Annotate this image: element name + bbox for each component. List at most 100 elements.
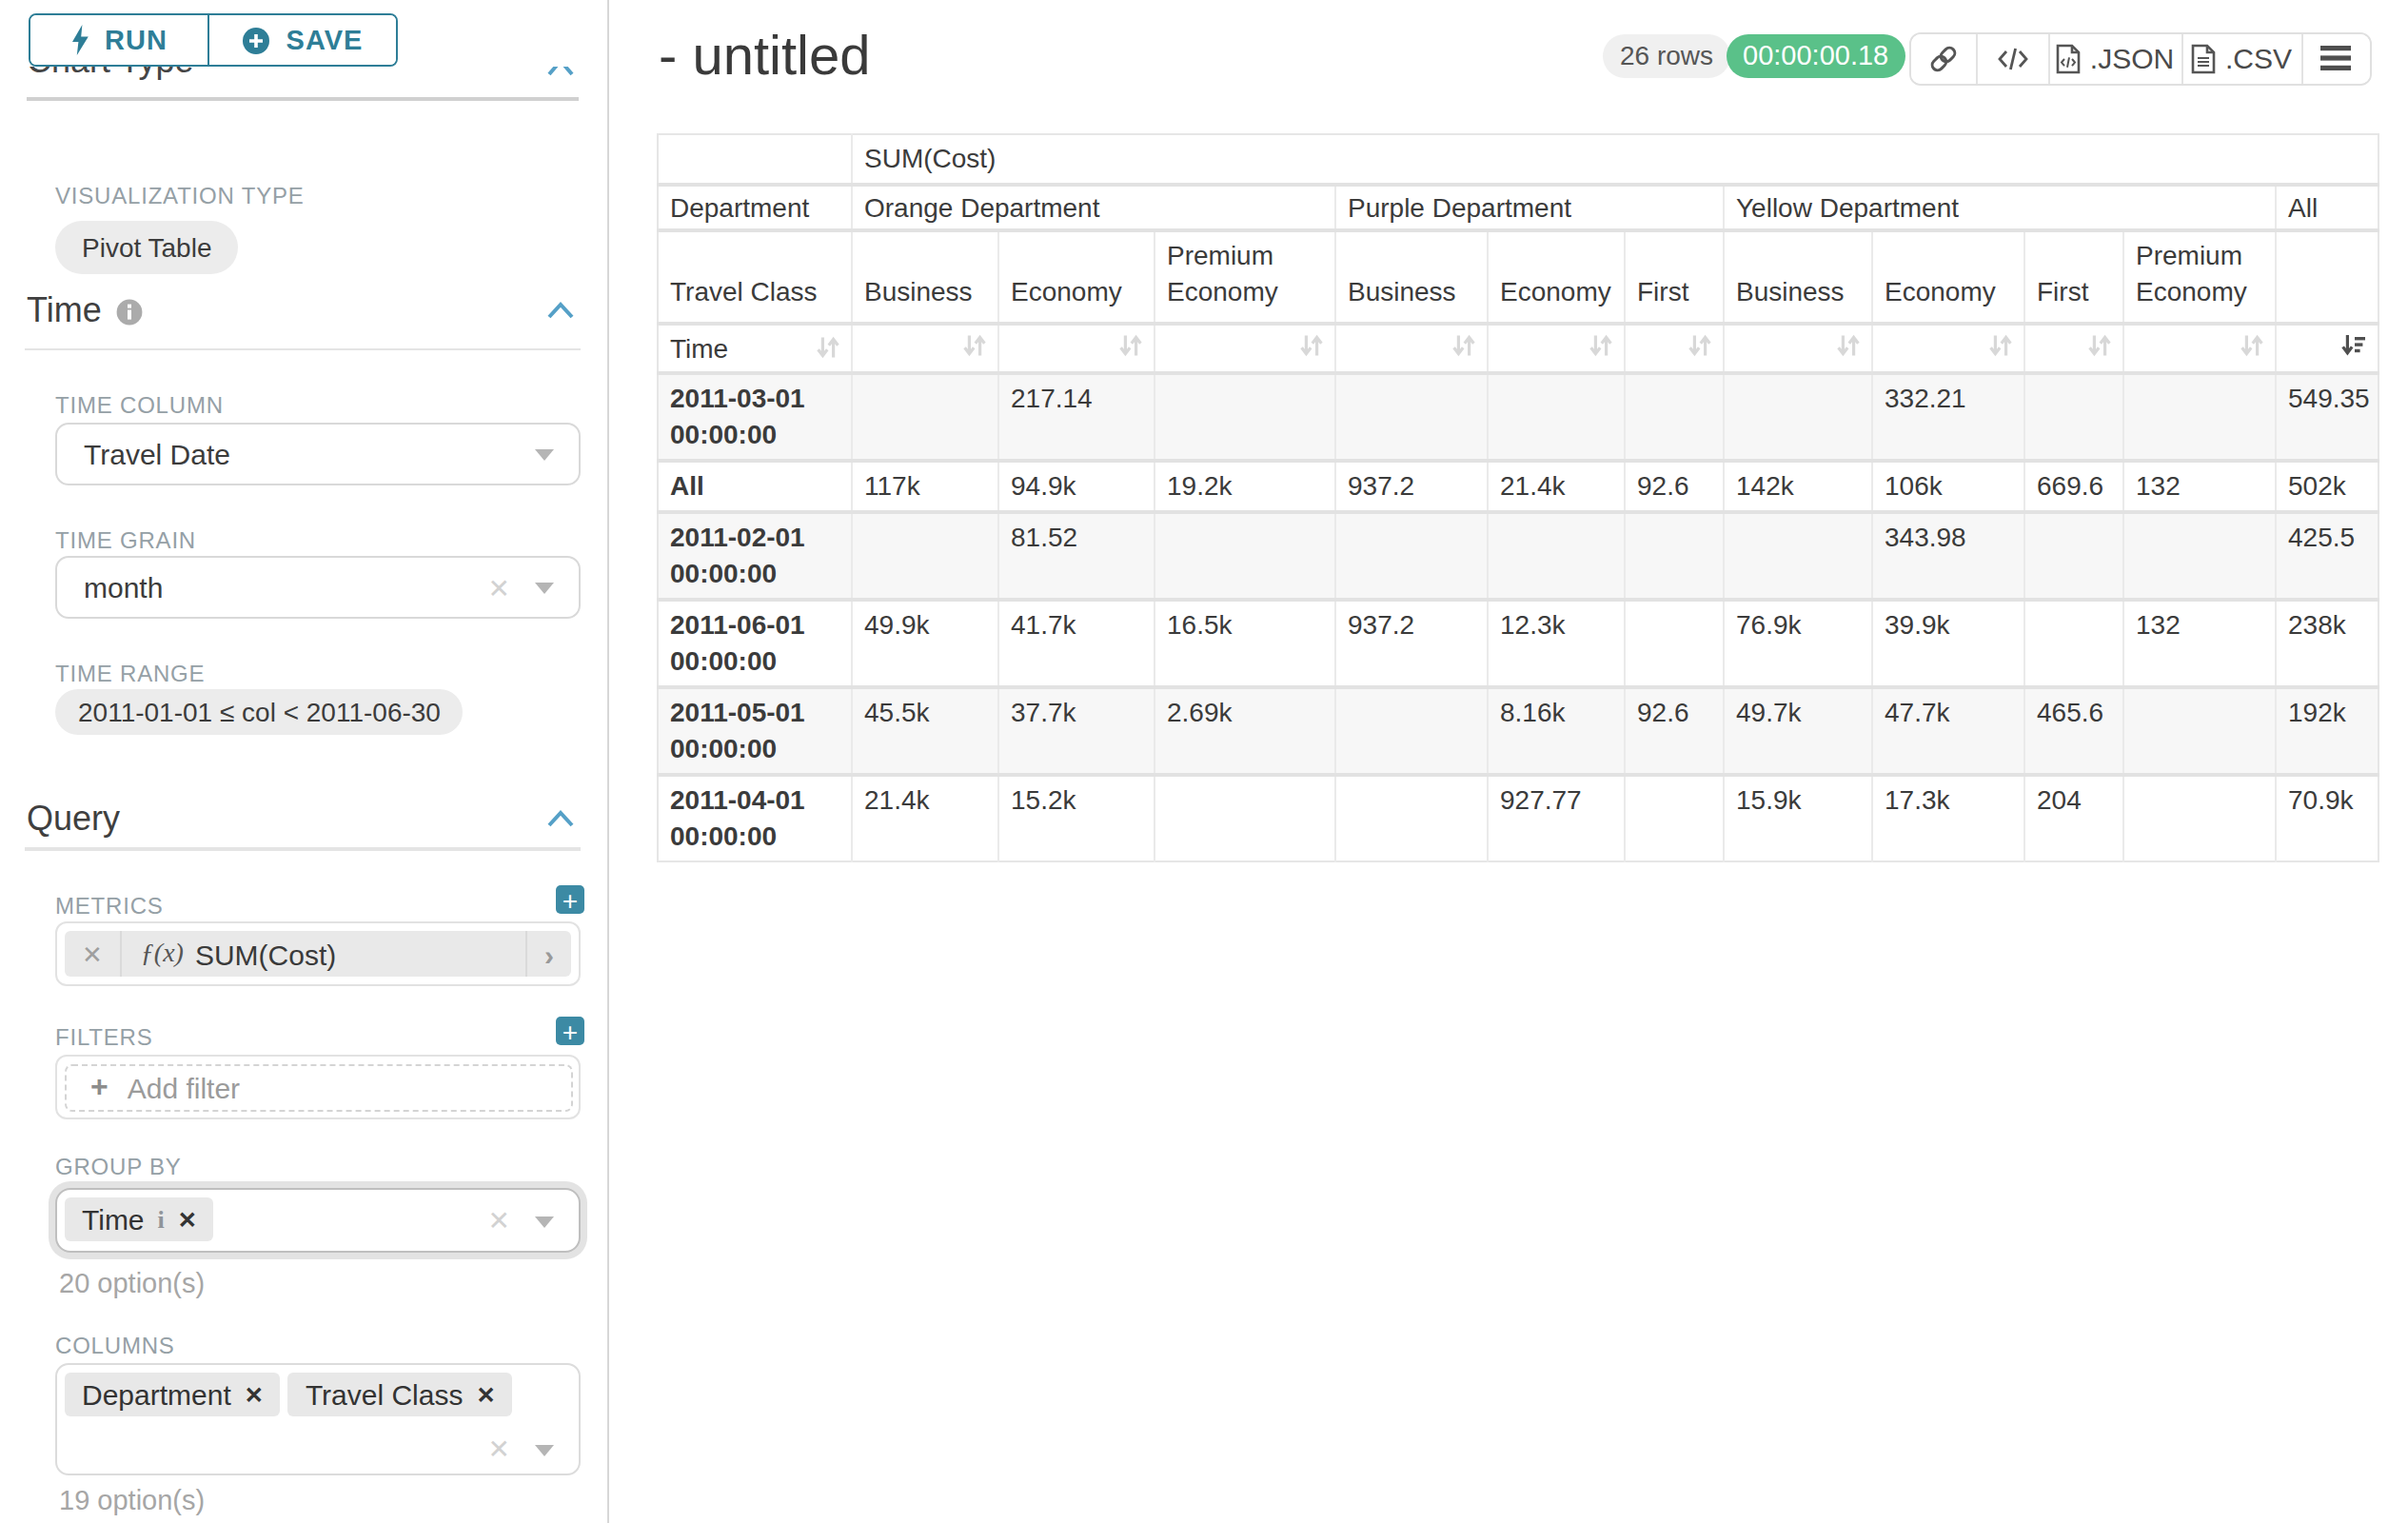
sort-icon[interactable]	[2240, 332, 2263, 357]
sort-icon[interactable]	[963, 332, 986, 357]
pivot-table: SUM(Cost)DepartmentOrange DepartmentPurp…	[657, 133, 2379, 861]
selected-value-chip[interactable]: Timei✕	[65, 1197, 214, 1241]
pivot-value-cell: 937.2	[1335, 599, 1488, 686]
pivot-value-cell: 549.35	[2276, 372, 2378, 460]
pivot-row-header: All	[658, 460, 852, 511]
share-link-button[interactable]	[1910, 33, 1975, 84]
plus-circle-icon	[243, 26, 271, 54]
metrics-label: METRICS	[55, 893, 164, 920]
selected-value-chip[interactable]: Department✕	[65, 1373, 281, 1416]
time-column-select[interactable]: Travel Date	[55, 423, 581, 485]
pivot-value-cell: 132	[2123, 460, 2276, 511]
pivot-value-cell	[2024, 511, 2123, 599]
add-filter-button[interactable]: +	[556, 1017, 584, 1045]
pivot-value-cell: 49.7k	[1724, 686, 1872, 774]
pivot-sort-header[interactable]	[1488, 323, 1625, 372]
remove-chip-icon[interactable]: ✕	[476, 1381, 495, 1408]
export-json-button[interactable]: .JSON	[2047, 33, 2181, 84]
pivot-data-row: 2011-05-01 00:00:0045.5k37.7k2.69k8.16k9…	[658, 686, 2378, 774]
pivot-sort-header[interactable]	[1335, 323, 1488, 372]
pivot-sort-header[interactable]	[1724, 323, 1872, 372]
pivot-value-cell: 106k	[1872, 460, 2024, 511]
viz-type-label: VISUALIZATION TYPE	[55, 183, 305, 209]
viz-type-pill[interactable]: Pivot Table	[55, 221, 238, 274]
remove-chip-icon[interactable]: ✕	[245, 1381, 264, 1408]
save-button[interactable]: SAVE	[207, 15, 396, 65]
pivot-class-header: First	[2024, 229, 2123, 323]
sort-icon[interactable]	[2088, 332, 2111, 357]
sort-icon[interactable]	[1300, 332, 1323, 357]
pivot-sort-header[interactable]	[1155, 323, 1335, 372]
clear-icon[interactable]: ✕	[488, 1205, 510, 1236]
sort-icon[interactable]	[1119, 332, 1142, 357]
metric-chip[interactable]: ✕ ƒ(x) SUM(Cost) ›	[65, 931, 571, 977]
sort-icon[interactable]	[1989, 332, 2012, 357]
chevron-up-icon[interactable]	[546, 301, 575, 320]
add-filter-dropzone[interactable]: + Add filter	[64, 1063, 572, 1111]
pivot-value-cell: 927.77	[1488, 774, 1625, 860]
add-metric-button[interactable]: +	[556, 885, 584, 914]
menu-button[interactable]	[2300, 33, 2369, 84]
columns-label: COLUMNS	[55, 1333, 175, 1359]
chart-title[interactable]: - untitled	[659, 25, 870, 88]
pivot-value-cell	[1335, 686, 1488, 774]
info-icon: i	[158, 1204, 165, 1235]
hamburger-icon	[2320, 47, 2351, 71]
pivot-empty-header	[2276, 229, 2378, 323]
json-file-icon	[2056, 44, 2081, 74]
metrics-box: ✕ ƒ(x) SUM(Cost) ›	[55, 921, 581, 986]
group-by-select[interactable]: Timei✕ ✕	[55, 1188, 581, 1253]
time-range-pill[interactable]: 2011-01-01 ≤ col < 2011-06-30	[55, 689, 464, 735]
pivot-value-cell: 465.6	[2024, 686, 2123, 774]
pivot-class-header: Business	[1335, 229, 1488, 323]
pivot-value-cell: 132	[2123, 599, 2276, 686]
group-by-option-count: 20 option(s)	[59, 1268, 205, 1298]
selected-value-chip[interactable]: Travel Class✕	[288, 1373, 513, 1416]
pivot-sort-header[interactable]	[1872, 323, 2024, 372]
expand-metric-icon[interactable]: ›	[527, 938, 571, 970]
section-time-title: Time	[27, 291, 144, 331]
sort-icon[interactable]	[1589, 332, 1612, 357]
pivot-value-cell	[1488, 372, 1625, 460]
pivot-value-cell: 142k	[1724, 460, 1872, 511]
query-timer-badge: 00:00:00.18	[1726, 33, 1905, 78]
info-icon[interactable]	[117, 298, 144, 325]
pivot-data-row: 2011-06-01 00:00:0049.9k41.7k16.5k937.21…	[658, 599, 2378, 686]
pivot-value-cell: 192k	[2276, 686, 2378, 774]
clear-icon[interactable]: ✕	[488, 572, 510, 603]
time-grain-select[interactable]: month ✕	[55, 556, 581, 619]
pivot-sort-header[interactable]	[852, 323, 998, 372]
pivot-time-header[interactable]: Time	[658, 323, 852, 372]
pivot-sort-header-active[interactable]	[2276, 323, 2378, 372]
pivot-sort-header[interactable]	[2123, 323, 2276, 372]
sort-icon[interactable]	[1837, 332, 1860, 357]
pivot-class-header: Premium Economy	[1155, 229, 1335, 323]
sort-desc-icon[interactable]	[2341, 332, 2366, 357]
export-csv-button[interactable]: .CSV	[2181, 33, 2300, 84]
pivot-value-cell	[1488, 511, 1625, 599]
pivot-sort-header[interactable]	[1625, 323, 1724, 372]
run-button[interactable]: RUN	[30, 15, 207, 65]
remove-chip-icon[interactable]: ✕	[178, 1206, 197, 1233]
pivot-data-row: 2011-04-01 00:00:0021.4k15.2k927.7715.9k…	[658, 774, 2378, 860]
pivot-sort-header[interactable]	[2024, 323, 2123, 372]
pivot-class-header: Economy	[1488, 229, 1625, 323]
sort-icon[interactable]	[1452, 332, 1475, 357]
sort-icon[interactable]	[1688, 332, 1711, 357]
pivot-value-cell: 39.9k	[1872, 599, 2024, 686]
remove-metric-icon[interactable]: ✕	[65, 940, 120, 968]
sort-icon[interactable]	[817, 335, 839, 360]
pivot-value-cell	[1625, 511, 1724, 599]
row-count-badge: 26 rows	[1603, 33, 1730, 78]
pivot-value-cell: 204	[2024, 774, 2123, 860]
columns-select[interactable]: Department✕Travel Class✕ ✕	[55, 1363, 581, 1475]
pivot-value-cell: 15.9k	[1724, 774, 1872, 860]
pivot-value-cell: 70.9k	[2276, 774, 2378, 860]
pivot-sort-header[interactable]	[998, 323, 1155, 372]
chevron-up-icon[interactable]	[546, 809, 575, 828]
clear-icon[interactable]: ✕	[488, 1434, 510, 1464]
pivot-value-cell	[2123, 774, 2276, 860]
view-query-button[interactable]	[1975, 33, 2047, 84]
pivot-value-cell	[1625, 372, 1724, 460]
pivot-value-cell	[852, 511, 998, 599]
